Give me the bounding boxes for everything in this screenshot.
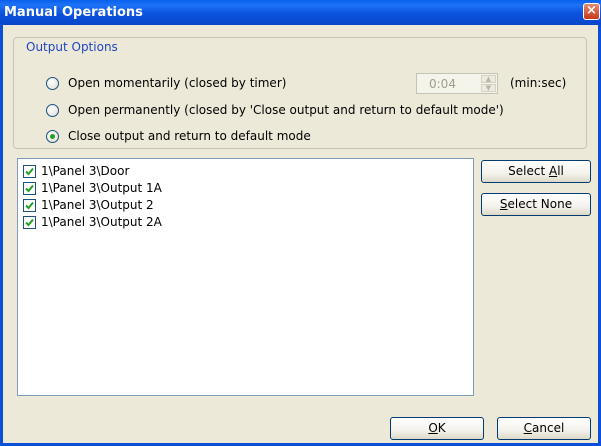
timer-value: 0:04: [429, 77, 456, 91]
cancel-button[interactable]: Cancel: [497, 417, 591, 440]
radio-button[interactable]: [46, 129, 59, 143]
dialog-body: Output Options Open momentarily (closed …: [3, 25, 598, 443]
ok-label-post: K: [437, 421, 446, 435]
timer-unit-label: (min:sec): [510, 76, 567, 90]
select-all-label-post: ll: [557, 164, 564, 178]
ok-mnemonic: O: [428, 421, 438, 435]
radio-button[interactable]: [46, 76, 59, 90]
select-all-label-pre: Select: [508, 164, 549, 178]
output-options-legend: Output Options: [23, 40, 121, 54]
radio-label: Close output and return to default mode: [68, 129, 311, 143]
list-item[interactable]: 1\Panel 3\Output 2: [23, 197, 154, 213]
title-bar[interactable]: Manual Operations ×: [0, 0, 601, 25]
cancel-label-post: ancel: [532, 421, 565, 435]
window-title: Manual Operations: [4, 5, 143, 20]
list-item[interactable]: 1\Panel 3\Output 2A: [23, 214, 162, 230]
checkmark-icon: [25, 184, 34, 192]
radio-label: Open momentarily (closed by timer): [68, 76, 287, 90]
list-item[interactable]: 1\Panel 3\Door: [23, 163, 129, 179]
list-item-label: 1\Panel 3\Output 1A: [41, 181, 162, 195]
close-icon[interactable]: ×: [583, 3, 600, 20]
select-none-label-post: elect None: [507, 197, 573, 211]
radio-open-momentarily[interactable]: Open momentarily (closed by timer): [46, 74, 286, 92]
list-item-label: 1\Panel 3\Output 2A: [41, 215, 162, 229]
spin-up-icon: ▲: [481, 75, 496, 83]
select-none-mnemonic: S: [499, 197, 508, 211]
outputs-listbox[interactable]: 1\Panel 3\Door 1\Panel 3\Output 1A 1\Pan…: [17, 158, 474, 396]
cancel-mnemonic: C: [523, 421, 533, 435]
checkbox[interactable]: [23, 198, 36, 212]
spin-down-icon: ▼: [481, 84, 496, 92]
radio-close-output[interactable]: Close output and return to default mode: [46, 127, 311, 145]
ok-button[interactable]: OK: [390, 417, 484, 440]
checkmark-icon: [25, 201, 34, 209]
select-all-mnemonic: A: [548, 164, 558, 178]
radio-button[interactable]: [46, 103, 59, 117]
select-all-button[interactable]: Select All: [481, 160, 591, 183]
checkbox[interactable]: [23, 215, 36, 229]
select-none-button[interactable]: Select None: [481, 193, 591, 216]
list-item-label: 1\Panel 3\Door: [41, 164, 130, 178]
manual-operations-window: Manual Operations × Output Options Open …: [0, 0, 601, 446]
list-item-label: 1\Panel 3\Output 2: [41, 198, 154, 212]
radio-open-permanently[interactable]: Open permanently (closed by 'Close outpu…: [46, 101, 504, 119]
checkbox[interactable]: [23, 164, 36, 178]
list-item[interactable]: 1\Panel 3\Output 1A: [23, 180, 162, 196]
radio-label: Open permanently (closed by 'Close outpu…: [68, 103, 504, 117]
timer-spinner: 0:04 ▲ ▼: [416, 73, 498, 94]
checkmark-icon: [25, 218, 34, 226]
checkbox[interactable]: [23, 181, 36, 195]
checkmark-icon: [25, 167, 34, 175]
